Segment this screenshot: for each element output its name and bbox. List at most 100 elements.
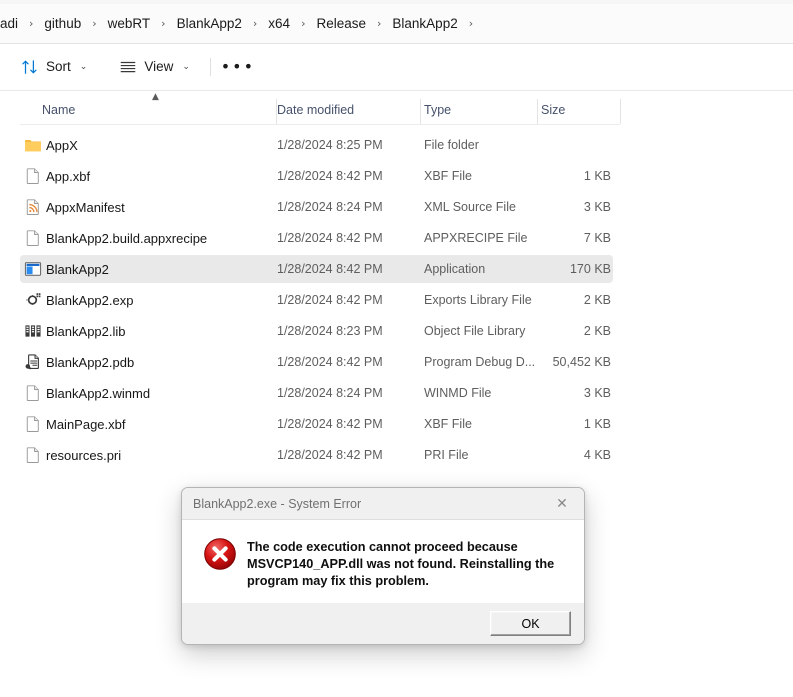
column-header-name[interactable]: Name <box>42 99 75 124</box>
table-row[interactable]: BlankApp2.exp 1/28/2024 8:42 PM Exports Li… <box>20 286 613 314</box>
exports-icon <box>24 291 42 309</box>
dialog-titlebar[interactable]: BlankApp2.exe - System Error ✕ <box>182 488 584 519</box>
close-icon[interactable]: ✕ <box>540 488 584 519</box>
file-type: XML Source File <box>424 200 516 214</box>
ok-button-label: OK <box>521 616 540 631</box>
file-name: resources.pri <box>46 447 122 463</box>
more-options-button[interactable]: ••• <box>221 52 254 82</box>
breadcrumb-separator-icon: › <box>301 17 306 30</box>
column-resize-handle[interactable] <box>420 99 421 124</box>
table-row[interactable]: AppxManifest 1/28/2024 8:24 PM XML Source … <box>20 193 613 221</box>
file-size: 7 KB <box>583 231 611 245</box>
breadcrumb-item[interactable]: adi <box>0 13 22 34</box>
breadcrumb: adi › github › webRT › BlankApp2 › x64 › Release › B… <box>0 4 793 43</box>
generic-file-icon <box>24 384 42 402</box>
table-row[interactable]: AppX 1/28/2024 8:25 PM File folder <box>20 131 613 159</box>
column-header-type[interactable]: Type <box>424 99 451 124</box>
ok-button[interactable]: OK <box>490 611 571 636</box>
file-type: Application <box>424 262 486 276</box>
file-name: MainPage.xbf <box>46 416 126 432</box>
breadcrumb-separator-icon: › <box>468 17 474 30</box>
breadcrumb-item[interactable]: webRT <box>104 13 155 34</box>
breadcrumb-item[interactable]: BlankApp2 <box>173 13 246 34</box>
file-size: 3 KB <box>583 386 611 400</box>
chevron-down-icon: ⌄ <box>182 61 190 72</box>
table-row[interactable]: App.xbf 1/28/2024 8:42 PM XBF File 1 KB <box>20 162 613 190</box>
file-name: BlankApp2.lib <box>46 323 126 339</box>
file-size: 4 KB <box>583 448 611 462</box>
generic-file-icon <box>24 446 42 464</box>
file-size: 2 KB <box>583 293 611 307</box>
file-date-modified: 1/28/2024 8:42 PM <box>277 293 383 307</box>
sort-arrows-icon <box>21 58 39 76</box>
table-row[interactable]: BlankApp2.winmd 1/28/2024 8:24 PM WINMD Fi… <box>20 379 613 407</box>
sort-button[interactable]: Sort ⌄ <box>12 52 96 82</box>
file-date-modified: 1/28/2024 8:42 PM <box>277 169 383 183</box>
table-row[interactable]: resources.pri 1/28/2024 8:42 PM PRI File 4 … <box>20 441 613 469</box>
column-header-size[interactable]: Size <box>541 99 565 124</box>
table-row[interactable]: BlankApp2 1/28/2024 8:42 PM Application 170… <box>20 255 613 283</box>
file-date-modified: 1/28/2024 8:23 PM <box>277 324 383 338</box>
command-bar: Sort ⌄ View ⌄ ••• <box>0 44 793 89</box>
file-name: App.xbf <box>46 168 91 184</box>
file-date-modified: 1/28/2024 8:24 PM <box>277 200 383 214</box>
file-date-modified: 1/28/2024 8:42 PM <box>277 417 383 431</box>
file-name: BlankApp2.exp <box>46 292 134 308</box>
table-row[interactable]: BlankApp2.lib 1/28/2024 8:23 PM Object Fil… <box>20 317 613 345</box>
dialog-title: BlankApp2.exe - System Error <box>193 496 362 511</box>
generic-file-icon <box>24 167 42 185</box>
application-icon <box>24 260 42 278</box>
breadcrumb-separator-icon: › <box>92 17 97 30</box>
breadcrumb-item[interactable]: Release <box>312 13 370 34</box>
file-name: BlankApp2.pdb <box>46 354 135 370</box>
dialog-body: The code execution cannot proceed becaus… <box>182 519 584 604</box>
file-type: Object File Library <box>424 324 526 338</box>
file-date-modified: 1/28/2024 8:25 PM <box>277 138 383 152</box>
breadcrumb-item[interactable]: github <box>40 13 85 34</box>
breadcrumb-item[interactable]: x64 <box>264 13 294 34</box>
file-date-modified: 1/28/2024 8:42 PM <box>277 231 383 245</box>
dialog-message: The code execution cannot proceed becaus… <box>247 540 555 588</box>
xml-file-icon <box>24 198 42 216</box>
file-name: BlankApp2 <box>46 261 109 277</box>
column-header-divider <box>20 124 620 125</box>
dialog-footer: OK <box>182 603 584 644</box>
column-header-date-modified[interactable]: Date modified <box>277 99 354 124</box>
file-type: APPXRECIPE File <box>424 231 528 245</box>
file-type: Exports Library File <box>424 293 532 307</box>
breadcrumb-separator-icon: › <box>29 17 34 30</box>
breadcrumb-item[interactable]: BlankApp2 <box>388 13 461 34</box>
breadcrumb-separator-icon: › <box>161 17 166 30</box>
commandbar-divider <box>0 90 793 91</box>
view-lines-icon <box>119 58 137 76</box>
file-date-modified: 1/28/2024 8:42 PM <box>277 448 383 462</box>
column-headers: ▲ Name Date modified Type Size <box>20 93 621 124</box>
column-resize-handle[interactable] <box>620 99 621 124</box>
file-type: Program Debug D... <box>424 355 536 369</box>
file-date-modified: 1/28/2024 8:42 PM <box>277 262 383 276</box>
table-row[interactable]: MainPage.xbf 1/28/2024 8:42 PM XBF File 1 K… <box>20 410 613 438</box>
file-size: 1 KB <box>583 417 611 431</box>
file-date-modified: 1/28/2024 8:42 PM <box>277 355 383 369</box>
table-row[interactable]: BlankApp2.pdb 1/28/2024 8:42 PM Program De… <box>20 348 613 376</box>
chevron-down-icon: ⌄ <box>79 61 88 72</box>
file-type: WINMD File <box>424 386 492 400</box>
folder-icon <box>24 136 42 154</box>
file-type: XBF File <box>424 417 472 431</box>
sort-ascending-indicator-icon: ▲ <box>152 92 159 102</box>
error-circle-icon <box>202 536 238 572</box>
file-name: AppxManifest <box>46 199 125 215</box>
file-type: File folder <box>424 138 479 152</box>
file-size: 170 KB <box>569 262 611 276</box>
generic-file-icon <box>24 415 42 433</box>
view-button-label: View <box>144 59 174 74</box>
system-error-dialog: BlankApp2.exe - System Error ✕ The code … <box>181 487 585 645</box>
file-date-modified: 1/28/2024 8:24 PM <box>277 386 383 400</box>
file-size: 50,452 KB <box>552 355 611 369</box>
file-type: PRI File <box>424 448 469 462</box>
view-button[interactable]: View ⌄ <box>110 52 199 82</box>
table-row[interactable]: BlankApp2.build.appxrecipe 1/28/2024 8:42… <box>20 224 613 252</box>
file-size: 3 KB <box>583 200 611 214</box>
column-resize-handle[interactable] <box>537 99 538 124</box>
generic-file-icon <box>24 229 42 247</box>
